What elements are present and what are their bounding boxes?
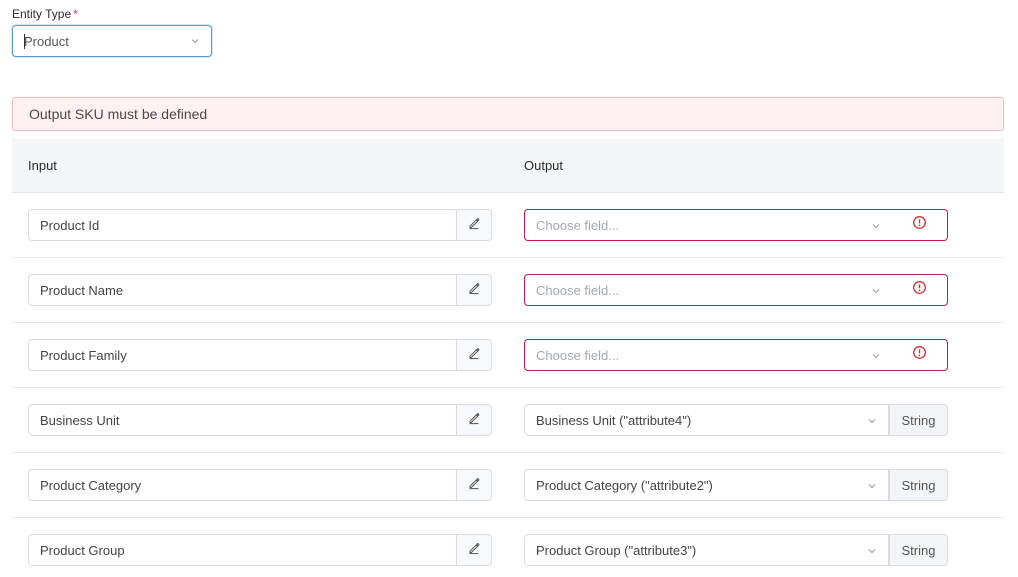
table-row: Product Group Product Group ("attribute3"…	[12, 518, 1004, 577]
chevron-down-icon	[868, 419, 876, 424]
output-placeholder: Choose field...	[536, 282, 620, 298]
edit-input-button[interactable]	[456, 339, 492, 371]
pencil-icon	[467, 541, 481, 560]
table-row: Product Category Product Category ("attri…	[12, 453, 1004, 518]
pencil-icon	[467, 281, 481, 300]
output-value: Business Unit ("attribute4")	[536, 412, 692, 428]
pencil-icon	[467, 411, 481, 430]
table-row: Product Family Choose field...	[12, 323, 1004, 388]
field-type-label: String	[901, 477, 936, 493]
output-field-select[interactable]: Choose field...	[524, 274, 893, 306]
chevron-down-icon	[872, 354, 880, 359]
info-circle-icon	[912, 215, 927, 235]
entity-type-label-text: Entity Type	[12, 7, 72, 21]
output-field-select[interactable]: Product Category ("attribute2")	[524, 469, 889, 501]
entity-type-value: Product	[24, 33, 69, 49]
chevron-down-icon	[191, 39, 199, 44]
field-type-label: String	[901, 412, 936, 428]
field-error-button[interactable]	[892, 209, 948, 241]
info-circle-icon	[912, 280, 927, 300]
output-field-select[interactable]: Choose field...	[524, 209, 893, 241]
input-field[interactable]: Product Id	[28, 209, 456, 241]
edit-input-button[interactable]	[456, 469, 492, 501]
edit-input-button[interactable]	[456, 209, 492, 241]
input-field[interactable]: Product Group	[28, 534, 456, 566]
pencil-icon	[467, 216, 481, 235]
field-type-badge: String	[889, 534, 948, 566]
chevron-down-icon	[872, 224, 880, 229]
table-row: Product Id Choose field...	[12, 193, 1004, 258]
table-row: Business Unit Business Unit ("attribute4"…	[12, 388, 1004, 453]
output-placeholder: Choose field...	[536, 347, 620, 363]
edit-input-button[interactable]	[456, 404, 492, 436]
input-field[interactable]: Product Family	[28, 339, 456, 371]
table-header: Input Output	[12, 139, 1004, 193]
input-field-value: Business Unit	[40, 412, 120, 428]
input-field[interactable]: Product Name	[28, 274, 456, 306]
output-value: Product Group ("attribute3")	[536, 542, 697, 558]
field-error-button[interactable]	[892, 274, 948, 306]
field-type-label: String	[901, 542, 936, 558]
error-alert-message: Output SKU must be defined	[29, 106, 208, 122]
info-circle-icon	[912, 345, 927, 365]
field-type-badge: String	[889, 404, 948, 436]
entity-type-select[interactable]: Product	[12, 25, 212, 57]
edit-input-button[interactable]	[456, 274, 492, 306]
input-field[interactable]: Business Unit	[28, 404, 456, 436]
required-mark: *	[73, 7, 78, 21]
table-row: Product Name Choose field...	[12, 258, 1004, 323]
pencil-icon	[467, 476, 481, 495]
output-field-select[interactable]: Choose field...	[524, 339, 893, 371]
input-field[interactable]: Product Category	[28, 469, 456, 501]
chevron-down-icon	[868, 484, 876, 489]
output-field-select[interactable]: Product Group ("attribute3")	[524, 534, 889, 566]
entity-type-label: Entity Type *	[12, 7, 78, 21]
column-header-input: Input	[28, 158, 57, 173]
pencil-icon	[467, 346, 481, 365]
input-field-value: Product Group	[40, 542, 125, 558]
field-error-button[interactable]	[892, 339, 948, 371]
input-field-value: Product Name	[40, 282, 124, 298]
output-field-select[interactable]: Business Unit ("attribute4")	[524, 404, 889, 436]
input-field-value: Product Family	[40, 347, 127, 363]
output-placeholder: Choose field...	[536, 217, 620, 233]
chevron-down-icon	[872, 289, 880, 294]
input-field-value: Product Id	[40, 217, 100, 233]
field-type-badge: String	[889, 469, 948, 501]
chevron-down-icon	[868, 549, 876, 554]
output-value: Product Category ("attribute2")	[536, 477, 713, 493]
column-header-output: Output	[524, 158, 564, 173]
input-field-value: Product Category	[40, 477, 142, 493]
text-cursor	[24, 34, 25, 49]
edit-input-button[interactable]	[456, 534, 492, 566]
error-alert: Output SKU must be defined	[12, 97, 1004, 131]
